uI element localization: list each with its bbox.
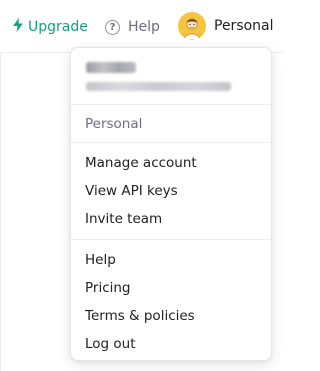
account-dropdown-menu: Personal Manage account View API keys In… <box>70 47 272 361</box>
help-button[interactable]: ? Help <box>105 17 160 37</box>
top-bar: Upgrade ? Help Personal <box>0 0 283 52</box>
menu-item-label: Invite team <box>85 211 163 227</box>
organization-label: Personal <box>71 105 271 143</box>
redacted-user-name <box>86 62 136 73</box>
menu-item-label: Log out <box>85 336 136 352</box>
upgrade-label: Upgrade <box>28 19 88 35</box>
help-label: Help <box>128 19 160 35</box>
account-menu-button[interactable]: Personal <box>178 12 274 40</box>
user-avatar-icon <box>178 12 206 40</box>
help-item[interactable]: Help <box>71 246 271 274</box>
general-actions: Help Pricing Terms & policies Log out <box>71 240 271 364</box>
menu-item-label: Help <box>85 252 116 268</box>
terms-policies-item[interactable]: Terms & policies <box>71 302 271 330</box>
menu-item-label: View API keys <box>85 183 178 199</box>
account-actions: Manage account View API keys Invite team <box>71 143 271 240</box>
invite-team-item[interactable]: Invite team <box>71 205 271 233</box>
account-info <box>71 48 271 105</box>
lightning-bolt-icon <box>12 18 28 36</box>
menu-item-label: Manage account <box>85 155 197 171</box>
menu-item-label: Pricing <box>85 280 131 296</box>
redacted-user-email <box>86 82 231 91</box>
view-api-keys-item[interactable]: View API keys <box>71 177 271 205</box>
menu-item-label: Terms & policies <box>85 308 195 324</box>
question-circle-icon: ? <box>105 19 120 35</box>
organization-name: Personal <box>85 115 143 132</box>
account-label: Personal <box>214 18 274 34</box>
log-out-item[interactable]: Log out <box>71 330 271 358</box>
pricing-item[interactable]: Pricing <box>71 274 271 302</box>
upgrade-button[interactable]: Upgrade <box>12 17 88 37</box>
manage-account-item[interactable]: Manage account <box>71 149 271 177</box>
